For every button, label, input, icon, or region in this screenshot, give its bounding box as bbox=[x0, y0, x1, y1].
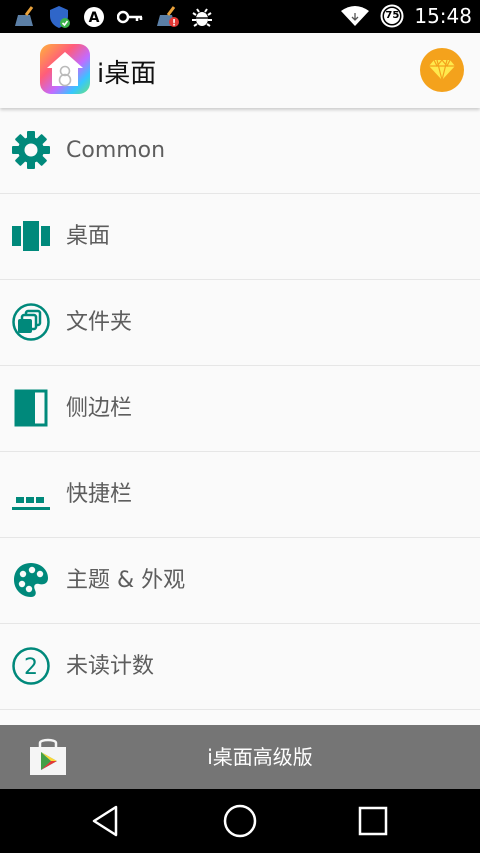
folder-stack-icon bbox=[11, 302, 51, 342]
notification-icons: A ! bbox=[12, 5, 213, 29]
home-icon[interactable] bbox=[222, 803, 258, 839]
svg-text:A: A bbox=[89, 10, 100, 26]
shield-icon bbox=[50, 6, 70, 28]
back-icon[interactable] bbox=[88, 803, 124, 839]
a-icon: A bbox=[84, 7, 104, 27]
battery-level: 75 bbox=[385, 10, 400, 21]
menu-item-folder[interactable]: 文件夹 bbox=[0, 280, 480, 366]
menu-item-label: 主题 & 外观 bbox=[66, 568, 186, 593]
menu-item-label: 侧边栏 bbox=[66, 396, 133, 421]
menu-item-label: 桌面 bbox=[66, 224, 111, 249]
settings-menu: Common 桌面 文件夹 侧边栏 快捷栏 主题 & 外观 2 未读计数 bbox=[0, 108, 480, 710]
menu-item-theme[interactable]: 主题 & 外观 bbox=[0, 538, 480, 624]
premium-label: i桌面高级版 bbox=[207, 745, 313, 769]
premium-promo-bar[interactable]: i桌面高级版 bbox=[0, 725, 480, 789]
palette-icon bbox=[11, 560, 51, 600]
menu-item-desktop[interactable]: 桌面 bbox=[0, 194, 480, 280]
menu-item-common[interactable]: Common bbox=[0, 108, 480, 194]
sidebar-icon bbox=[11, 388, 51, 428]
key-icon bbox=[117, 10, 143, 24]
cleaner-alert-icon: ! bbox=[157, 6, 179, 29]
bug-icon bbox=[192, 8, 212, 27]
battery-icon: 75 bbox=[380, 4, 404, 28]
premium-button[interactable] bbox=[420, 48, 464, 92]
app-bar: i桌面 bbox=[0, 33, 480, 108]
navigation-bar bbox=[0, 789, 480, 853]
diamond-icon bbox=[429, 59, 455, 81]
status-bar: A ! 75 15:48 bbox=[0, 0, 480, 33]
house-8-icon bbox=[40, 44, 90, 94]
menu-item-label: 未读计数 bbox=[66, 654, 155, 679]
menu-item-label: 文件夹 bbox=[66, 310, 133, 335]
gear-icon bbox=[11, 130, 51, 170]
recents-icon[interactable] bbox=[355, 803, 391, 839]
app-title: i桌面 bbox=[97, 59, 157, 89]
clock: 15:48 bbox=[414, 4, 472, 28]
menu-item-unread-count[interactable]: 2 未读计数 bbox=[0, 624, 480, 710]
system-icons: 75 15:48 bbox=[340, 4, 472, 28]
menu-item-label: 快捷栏 bbox=[66, 482, 133, 507]
cleaner-icon bbox=[15, 6, 34, 26]
badge-number: 2 bbox=[24, 655, 38, 680]
menu-item-dock[interactable]: 快捷栏 bbox=[0, 452, 480, 538]
desktop-panels-icon bbox=[11, 216, 51, 256]
dock-icon bbox=[11, 474, 51, 514]
menu-item-sidebar[interactable]: 侧边栏 bbox=[0, 366, 480, 452]
svg-text:!: ! bbox=[172, 19, 176, 29]
badge-2-icon: 2 bbox=[11, 646, 51, 686]
menu-item-label: Common bbox=[66, 138, 166, 163]
wifi-icon bbox=[341, 6, 370, 26]
